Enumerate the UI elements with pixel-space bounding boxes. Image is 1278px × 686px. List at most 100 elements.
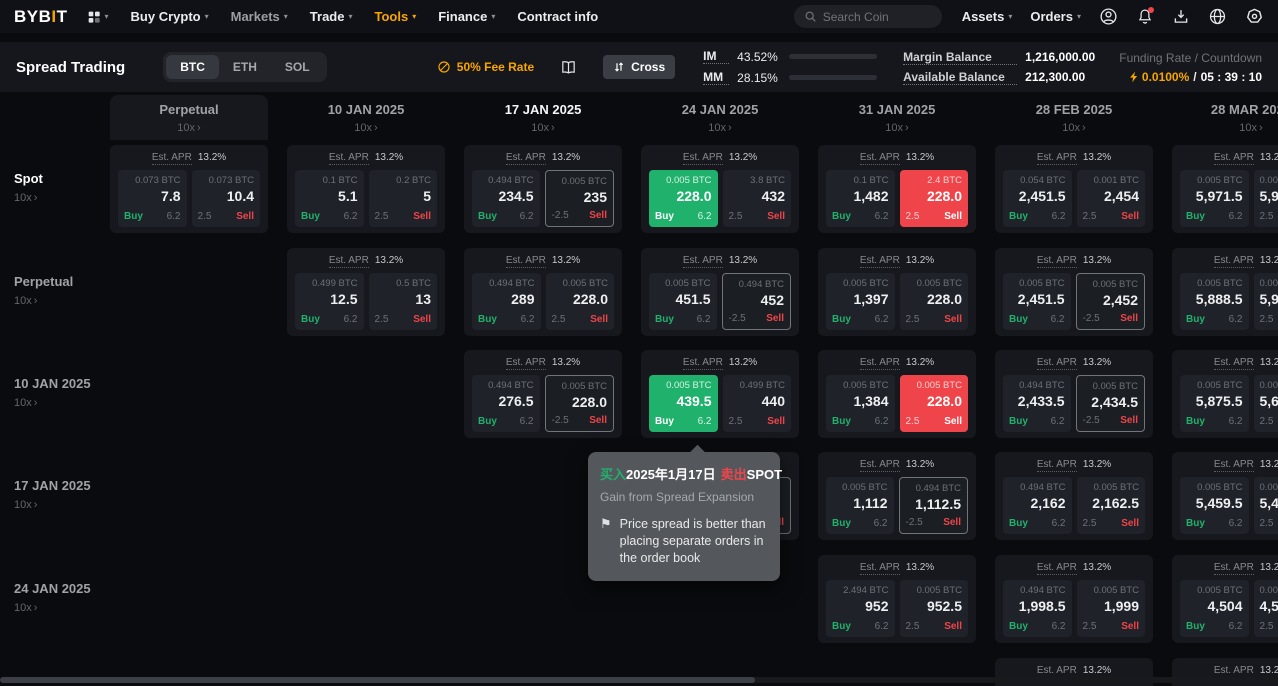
language-globe-icon[interactable] — [1208, 7, 1227, 26]
sell-box[interactable]: 0.005 BTC228.0-2.5Sell — [545, 375, 615, 432]
spread-cell[interactable]: Est. APR13.2%0.005 BTC2,451.5Buy6.20.005… — [995, 248, 1153, 336]
spread-cell[interactable]: Est. APR13.2%0.005 BTC5,888.5Buy6.20.005… — [1172, 248, 1278, 336]
spread-cell[interactable]: Est. APR13.2%2.494 BTC952Buy6.20.005 BTC… — [818, 555, 976, 643]
orders-menu[interactable]: Orders▾ — [1030, 9, 1081, 24]
row-header-perpetual[interactable]: Perpetual10x› — [14, 274, 106, 307]
column-leverage-link[interactable]: 10x› — [818, 122, 976, 134]
buy-box[interactable]: 0.005 BTC5,875.5Buy6.2 — [1180, 375, 1249, 432]
buy-box[interactable]: 0.494 BTC276.5Buy6.2 — [472, 375, 540, 432]
spread-cell[interactable]: Est. APR13.2%0.494 BTC234.5Buy6.20.005 B… — [464, 145, 622, 233]
margin-balance-label[interactable]: Margin Balance — [903, 50, 1017, 65]
sell-box[interactable]: 0.0054,532.5Sell — [1254, 580, 1278, 637]
sell-box[interactable]: 0.005 BTC2,434.5-2.5Sell — [1076, 375, 1146, 432]
buy-box[interactable]: 0.1 BTC5.1Buy6.2 — [295, 170, 364, 227]
spread-cell[interactable]: Est. APR13.2%0.005 BTC1,112Buy6.20.494 B… — [818, 452, 976, 540]
available-balance-label[interactable]: Available Balance — [903, 70, 1017, 85]
spread-cell[interactable]: Est. APR13.2%0.005 BTC439.5Buy6.20.499 B… — [641, 350, 799, 438]
column-header-17-jan-2025[interactable]: 17 JAN 202510x› — [464, 95, 622, 140]
row-header-24-jan-2025[interactable]: 24 JAN 202510x› — [14, 581, 106, 614]
download-app-icon[interactable] — [1172, 7, 1190, 26]
spread-cell[interactable]: Est. APR13.2%0.494 BTC2,162Buy6.20.005 B… — [995, 452, 1153, 540]
buy-box[interactable]: 0.005 BTC5,971.5Buy6.2 — [1180, 170, 1249, 227]
sell-box[interactable]: 3.8 BTC4322.5Sell — [723, 170, 792, 227]
buy-box[interactable]: 0.1 BTC1,482Buy6.2 — [826, 170, 895, 227]
horizontal-scrollbar-thumb[interactable] — [0, 677, 755, 683]
sell-box[interactable]: 0.0055,492.5Sell — [1254, 477, 1278, 534]
spread-cell[interactable]: Est. APR13.2%0.005 BTC451.5Buy6.20.494 B… — [641, 248, 799, 336]
column-leverage-link[interactable]: 10x› — [464, 122, 622, 134]
spread-cell[interactable]: Est. APR13.2%0.005 BTC4,504Buy6.20.0054,… — [1172, 555, 1278, 643]
column-leverage-link[interactable]: 10x› — [1172, 122, 1278, 134]
sell-box[interactable]: 0.005 BTC228.02.5Sell — [900, 273, 969, 330]
spread-cell[interactable]: Est. APR13.2%0.054 BTC2,451.5Buy6.20.001… — [995, 145, 1153, 233]
sell-box[interactable]: 0.494 BTC452-2.5Sell — [722, 273, 792, 330]
sell-box[interactable]: 0.005 BTC952.52.5Sell — [900, 580, 969, 637]
sell-box[interactable]: 0.001 BTC2,4542.5Sell — [1077, 170, 1146, 227]
profile-icon[interactable] — [1099, 7, 1118, 26]
buy-box[interactable]: 0.005 BTC1,384Buy6.2 — [826, 375, 895, 432]
spread-cell[interactable]: Est. APR13.2%0.494 BTC289Buy6.20.005 BTC… — [464, 248, 622, 336]
sell-box[interactable]: 0.0055,972.5Sell — [1254, 170, 1278, 227]
spread-cell[interactable]: Est. APR13.2%0.005 BTC5,875.5Buy6.20.005… — [1172, 350, 1278, 438]
row-leverage-link[interactable]: 10x› — [14, 397, 106, 409]
sell-box[interactable]: 0.005 BTC228.02.5Sell — [900, 375, 969, 432]
sell-box[interactable]: 0.494 BTC1,112.5-2.5Sell — [899, 477, 969, 534]
spread-cell[interactable]: Est. APR13.2%0.499 BTC12.5Buy6.20.5 BTC1… — [287, 248, 445, 336]
sell-box[interactable]: 0.2 BTC52.5Sell — [369, 170, 438, 227]
buy-box[interactable]: 0.005 BTC1,397Buy6.2 — [826, 273, 895, 330]
search-box[interactable] — [794, 5, 942, 28]
column-leverage-link[interactable]: 10x› — [641, 122, 799, 134]
buy-box[interactable]: 0.005 BTC4,504Buy6.2 — [1180, 580, 1249, 637]
sell-box[interactable]: 0.005 BTC2,162.52.5Sell — [1077, 477, 1146, 534]
tab-sol[interactable]: SOL — [271, 55, 324, 79]
sell-box[interactable]: 0.073 BTC10.42.5Sell — [192, 170, 261, 227]
nav-item-trade[interactable]: Trade▾ — [310, 9, 353, 24]
sell-box[interactable]: 0.005 BTC228.02.5Sell — [546, 273, 615, 330]
sell-box[interactable]: 0.0055,942.5Sell — [1254, 273, 1278, 330]
horizontal-scrollbar-track[interactable] — [0, 677, 1278, 683]
buy-box[interactable]: 0.494 BTC289Buy6.2 — [472, 273, 541, 330]
nav-item-finance[interactable]: Finance▾ — [438, 9, 495, 24]
buy-box[interactable]: 0.005 BTC5,888.5Buy6.2 — [1180, 273, 1249, 330]
spread-cell[interactable]: Est. APR13.2%0.1 BTC1,482Buy6.22.4 BTC22… — [818, 145, 976, 233]
spread-cell[interactable]: Est. APR13.2%0.494 BTC276.5Buy6.20.005 B… — [464, 350, 622, 438]
column-header-perpetual[interactable]: Perpetual10x› — [110, 95, 268, 140]
spread-cell[interactable]: Est. APR13.2%0.494 BTC2,433.5Buy6.20.005… — [995, 350, 1153, 438]
buy-box[interactable]: 0.494 BTC2,433.5Buy6.2 — [1003, 375, 1071, 432]
sell-box[interactable]: 2.4 BTC228.02.5Sell — [900, 170, 969, 227]
fee-rate-badge[interactable]: 50% Fee Rate — [437, 60, 534, 74]
buy-box[interactable]: 0.005 BTC451.5Buy6.2 — [649, 273, 717, 330]
column-header-24-jan-2025[interactable]: 24 JAN 202510x› — [641, 95, 799, 140]
settings-gear-icon[interactable] — [1245, 7, 1264, 26]
tab-eth[interactable]: ETH — [219, 55, 271, 79]
buy-box[interactable]: 0.054 BTC2,451.5Buy6.2 — [1003, 170, 1072, 227]
row-leverage-link[interactable]: 10x› — [14, 192, 106, 204]
buy-box[interactable]: 0.494 BTC1,998.5Buy6.2 — [1003, 580, 1072, 637]
spread-cell[interactable]: Est. APR13.2%0.005 BTC5,971.5Buy6.20.005… — [1172, 145, 1278, 233]
column-header-28-feb-2025[interactable]: 28 FEB 202510x› — [995, 95, 1153, 140]
spread-cell[interactable]: Est. APR13.2%0.005 BTC5,459.5Buy6.20.005… — [1172, 452, 1278, 540]
nav-item-contract-info[interactable]: Contract info — [517, 9, 598, 24]
buy-box[interactable]: 2.494 BTC952Buy6.2 — [826, 580, 895, 637]
buy-box[interactable]: 0.494 BTC2,162Buy6.2 — [1003, 477, 1072, 534]
spread-cell[interactable]: Est. APR13.2%0.1 BTC5.1Buy6.20.2 BTC52.5… — [287, 145, 445, 233]
search-input[interactable] — [823, 10, 923, 24]
spread-cell[interactable]: Est. APR13.2%0.005 BTC1,397Buy6.20.005 B… — [818, 248, 976, 336]
column-leverage-link[interactable]: 10x› — [995, 122, 1153, 134]
sell-box[interactable]: 0.005 BTC235-2.5Sell — [545, 170, 615, 227]
assets-menu[interactable]: Assets▾ — [962, 9, 1013, 24]
sell-box[interactable]: 0.5 BTC132.5Sell — [369, 273, 438, 330]
buy-box[interactable]: 0.005 BTC439.5Buy6.2 — [649, 375, 718, 432]
nav-item-markets[interactable]: Markets▾ — [231, 9, 288, 24]
spread-cell[interactable]: Est. APR13.2%0.494 BTC1,998.5Buy6.20.005… — [995, 555, 1153, 643]
row-header-17-jan-2025[interactable]: 17 JAN 202510x› — [14, 478, 106, 511]
sell-box[interactable]: 0.005 BTC1,9992.5Sell — [1077, 580, 1146, 637]
bybit-logo[interactable]: BYBIT — [14, 7, 68, 27]
column-header-31-jan-2025[interactable]: 31 JAN 202510x› — [818, 95, 976, 140]
tab-btc[interactable]: BTC — [166, 55, 219, 79]
buy-box[interactable]: 0.005 BTC1,112Buy6.2 — [826, 477, 894, 534]
column-leverage-link[interactable]: 10x› — [287, 122, 445, 134]
spread-cell[interactable]: Est. APR13.2%0.005 BTC228.0Buy6.23.8 BTC… — [641, 145, 799, 233]
row-header-spot[interactable]: Spot10x› — [14, 171, 106, 204]
buy-box[interactable]: 0.005 BTC228.0Buy6.2 — [649, 170, 718, 227]
